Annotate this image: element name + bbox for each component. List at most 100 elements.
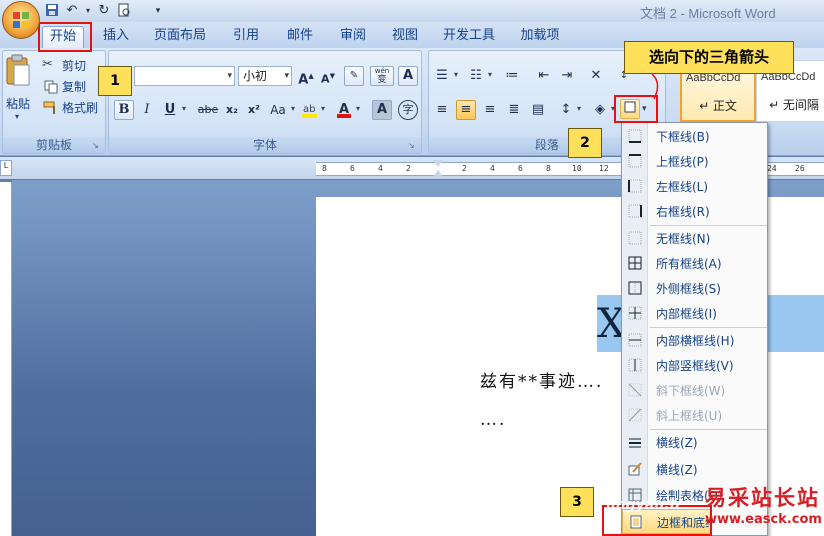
cut-button[interactable]: ✂ 剪切 (42, 56, 102, 76)
character-border-button[interactable]: A (398, 66, 418, 86)
enclose-characters-button[interactable]: 字 (398, 100, 418, 120)
watermark-url: www.easck.com (705, 512, 822, 527)
menu-item-label: 上框线(P) (656, 155, 709, 169)
font-dialog-launcher-icon[interactable]: ↘ (408, 141, 418, 151)
multilevel-list-icon[interactable]: ≔ (502, 66, 522, 86)
menu-item-label: 外侧框线(S) (656, 282, 721, 296)
bullets-dropdown-icon[interactable]: ▾ (454, 70, 458, 79)
menu-item-horizontal-line-2[interactable]: 横线(Z) (622, 457, 767, 482)
highlight-box-home-tab (38, 22, 92, 52)
tab-page-layout[interactable]: 页面布局 (152, 26, 208, 48)
menu-item-label: 斜上框线(U) (656, 409, 723, 423)
align-left-icon[interactable]: ≡ (432, 100, 452, 120)
tip-callout: 选向下的三角箭头 (624, 41, 794, 74)
change-case-dropdown-icon[interactable]: ▾ (291, 104, 295, 113)
ruler-tick: 2 (462, 164, 467, 173)
increase-indent-icon[interactable]: ⇥ (557, 66, 577, 86)
ruler-tick: 24 (767, 164, 777, 173)
office-button[interactable] (2, 1, 40, 39)
menu-item-label: 所有框线(A) (656, 257, 722, 271)
shading-icon[interactable]: ◈ (590, 100, 610, 120)
redo-icon[interactable]: ↻ (96, 3, 112, 19)
align-right-icon[interactable]: ≡ (480, 100, 500, 120)
menu-item-top-border[interactable]: 上框线(P) (622, 149, 767, 174)
highlight-button[interactable]: ab (300, 100, 320, 120)
menu-item-outside-borders[interactable]: 外侧框线(S) (622, 276, 767, 301)
tab-view[interactable]: 视图 (389, 26, 421, 48)
bullets-icon[interactable]: ☰ (432, 66, 452, 86)
change-case-button[interactable]: Aa (266, 100, 290, 120)
copy-button[interactable]: 复制 (42, 77, 102, 97)
all-borders-icon (628, 256, 642, 270)
paste-button[interactable]: 粘贴 ▾ (4, 54, 34, 121)
menu-item-inside-horizontal[interactable]: 内部横框线(H) (622, 328, 767, 353)
vertical-ruler[interactable] (0, 182, 12, 536)
font-color-button[interactable]: A (334, 100, 354, 120)
highlight-dropdown-icon[interactable]: ▾ (321, 104, 325, 113)
bold-button[interactable]: B (114, 100, 134, 120)
clear-formatting-icon[interactable]: ✎ (344, 66, 364, 86)
menu-item-diagonal-up[interactable]: 斜上框线(U) (622, 403, 767, 428)
save-icon[interactable] (44, 3, 60, 19)
shrink-font-icon[interactable]: A▼ (318, 66, 338, 86)
menu-item-inside-vertical[interactable]: 内部竖框线(V) (622, 353, 767, 378)
highlighter-icon: ab (302, 104, 317, 118)
office-logo-icon (13, 12, 29, 28)
font-name-combo[interactable]: ▾ (134, 66, 235, 86)
customize-qat-icon[interactable]: ▾ (150, 3, 166, 19)
font-color-dropdown-icon[interactable]: ▾ (356, 104, 360, 113)
menu-item-no-border[interactable]: 无框线(N) (622, 226, 767, 251)
underline-dropdown-icon[interactable]: ▾ (182, 104, 186, 113)
menu-item-horizontal-line[interactable]: 横线(Z) (622, 430, 767, 455)
align-center-icon[interactable]: ≡ (456, 100, 476, 120)
chevron-down-icon[interactable]: ▾ (227, 67, 232, 85)
undo-dropdown-icon[interactable]: ▾ (80, 3, 96, 19)
superscript-button[interactable]: x² (244, 100, 264, 120)
menu-item-inside-borders[interactable]: 内部框线(I) (622, 301, 767, 326)
watermark-text: 易采站长站 (705, 485, 820, 510)
menu-item-label: 横线(Z) (656, 463, 698, 477)
menu-item-left-border[interactable]: 左框线(L) (622, 174, 767, 199)
document-line-1[interactable]: 兹有**事迹…. (480, 367, 603, 392)
tab-mailings[interactable]: 邮件 (284, 26, 316, 48)
decrease-indent-icon[interactable]: ⇤ (534, 66, 554, 86)
grow-font-icon[interactable]: A▲ (296, 66, 316, 87)
document-line-2[interactable]: …. (480, 410, 506, 430)
font-size-combo[interactable]: 小初 ▾ (238, 66, 292, 86)
distributed-icon[interactable]: ▤ (528, 100, 548, 120)
dialog-launcher-icon[interactable]: ↘ (92, 141, 102, 151)
hanging-indent-marker-icon[interactable] (433, 170, 443, 177)
numbering-dropdown-icon[interactable]: ▾ (488, 70, 492, 79)
undo-icon[interactable]: ↶ (64, 3, 80, 19)
tab-review[interactable]: 审阅 (337, 26, 369, 48)
phonetic-guide-button[interactable]: wén 变 (370, 66, 394, 86)
italic-button[interactable]: I (137, 100, 157, 120)
character-shading-icon[interactable]: A (372, 100, 392, 120)
indent-marker-icon[interactable] (433, 160, 443, 167)
format-painter-button[interactable]: 格式刷 (42, 98, 102, 118)
strikethrough-button[interactable]: abe (194, 100, 222, 120)
tab-insert[interactable]: 插入 (100, 26, 132, 48)
subscript-button[interactable]: x₂ (222, 100, 242, 120)
ruler-tick: 6 (518, 164, 523, 173)
line-spacing-icon[interactable]: ↕ (556, 100, 576, 120)
chevron-down-icon[interactable]: ▾ (284, 67, 289, 85)
top-border-icon (628, 154, 642, 168)
numbering-icon[interactable]: ☷ (466, 66, 486, 86)
menu-item-label: 右框线(R) (656, 205, 710, 219)
menu-item-bottom-border[interactable]: 下框线(B) (622, 124, 767, 149)
menu-item-right-border[interactable]: 右框线(R) (622, 199, 767, 224)
menu-item-label: 左框线(L) (656, 180, 709, 194)
menu-item-all-borders[interactable]: 所有框线(A) (622, 251, 767, 276)
left-border-icon (628, 179, 642, 193)
chinese-layout-icon[interactable]: ✕ (586, 66, 606, 86)
underline-button[interactable]: U (160, 100, 180, 120)
menu-item-diagonal-down[interactable]: 斜下框线(W) (622, 378, 767, 403)
line-spacing-dropdown-icon[interactable]: ▾ (577, 104, 581, 113)
justify-icon[interactable]: ≣ (504, 100, 524, 120)
print-preview-icon[interactable] (116, 3, 132, 19)
tab-developer[interactable]: 开发工具 (441, 26, 497, 48)
tab-references[interactable]: 引用 (230, 26, 262, 48)
tab-add-ins[interactable]: 加载项 (518, 26, 562, 48)
tab-selector-icon[interactable]: L (0, 160, 12, 176)
